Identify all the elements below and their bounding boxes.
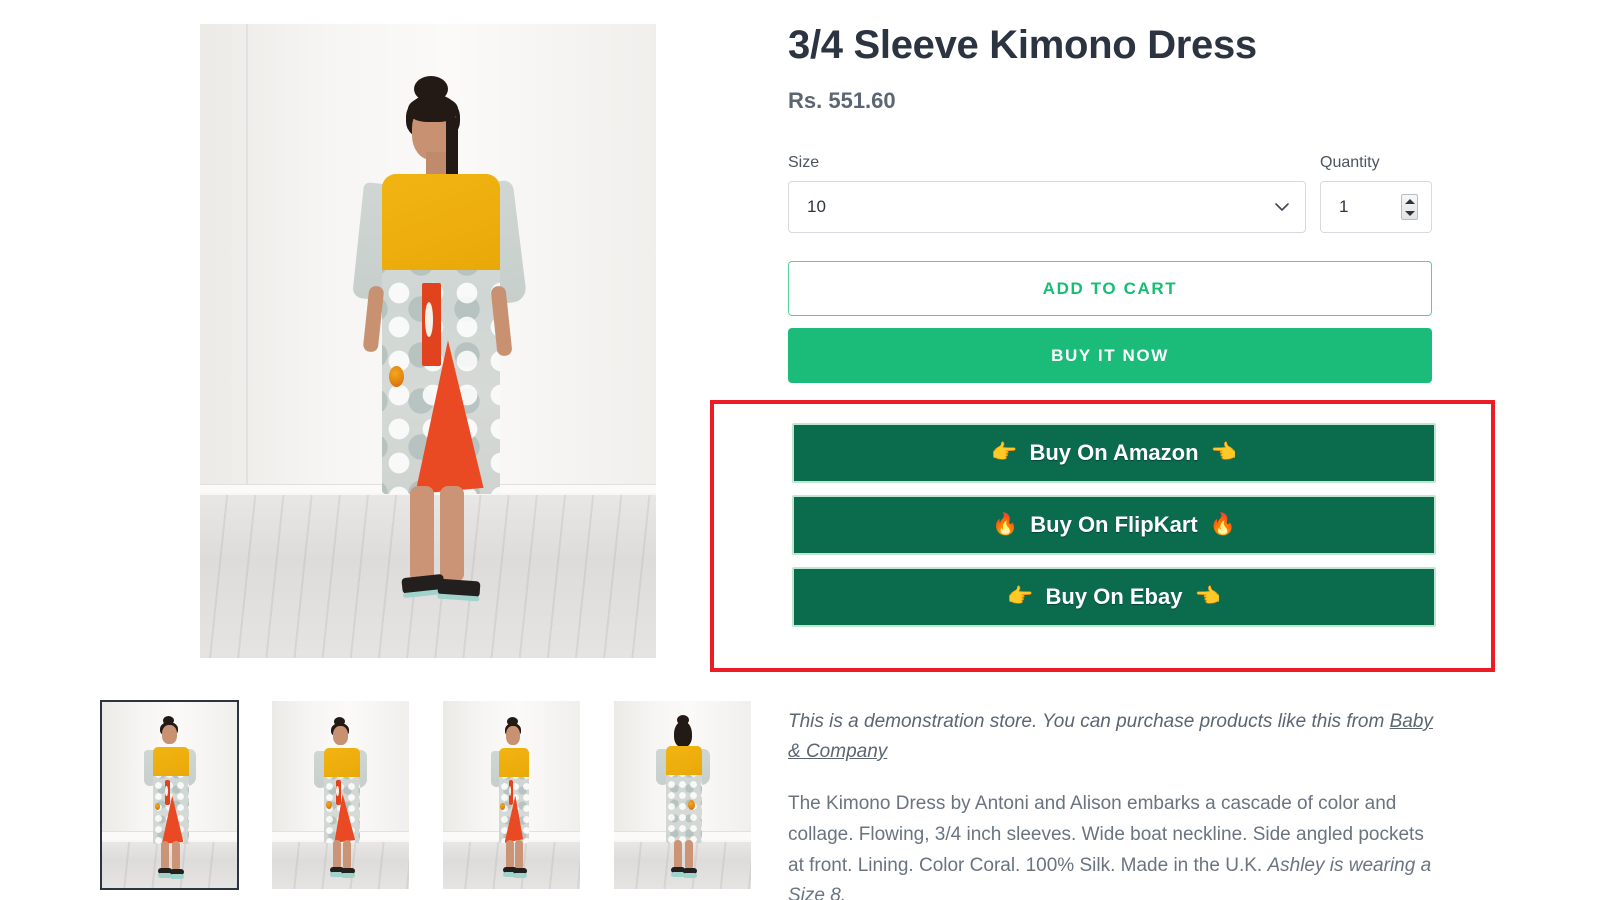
thumbnail-back[interactable] xyxy=(613,700,752,890)
pointing-left-hand-icon-ebay: 👈 xyxy=(1194,585,1221,608)
buy-on-flipkart-label: Buy On FlipKart xyxy=(1030,512,1198,537)
size-label: Size xyxy=(788,154,820,172)
buy-on-ebay-button[interactable]: 👉 Buy On Ebay 👈 xyxy=(792,567,1436,627)
model-figure xyxy=(322,24,552,658)
product-gallery xyxy=(0,0,770,900)
product-price: Rs. 551.60 xyxy=(788,88,896,114)
product-info: 3/4 Sleeve Kimono Dress Rs. 551.60 Size … xyxy=(710,0,1600,900)
thumbnail-front[interactable] xyxy=(100,700,239,890)
demo-store-note: This is a demonstration store. You can p… xyxy=(788,707,1436,767)
fire-icon-right: 🔥 xyxy=(1209,513,1236,536)
size-field: Size 10 xyxy=(788,154,1306,234)
size-select[interactable]: 10 xyxy=(788,181,1306,234)
buy-on-amazon-button[interactable]: 👉 Buy On Amazon 👈 xyxy=(792,423,1436,483)
main-product-image[interactable] xyxy=(200,24,656,658)
pointing-left-hand-icon: 👈 xyxy=(1210,441,1237,464)
product-photo-front xyxy=(200,24,656,658)
pointing-right-hand-icon-ebay: 👉 xyxy=(1007,585,1034,608)
quantity-label: Quantity xyxy=(1320,154,1380,172)
buy-it-now-button[interactable]: BUY IT NOW xyxy=(788,328,1432,384)
marketplace-buttons: 👉 Buy On Amazon 👈 🔥 Buy On FlipKart 🔥 👉 … xyxy=(792,423,1436,627)
demo-note-text: This is a demonstration store. You can p… xyxy=(788,711,1390,732)
product-page: 3/4 Sleeve Kimono Dress Rs. 551.60 Size … xyxy=(0,0,1600,900)
dress-garment xyxy=(382,174,501,494)
option-selectors: Size 10 Quantity 1 xyxy=(788,154,1600,234)
add-to-cart-button[interactable]: ADD TO CART xyxy=(788,261,1432,317)
spinner-up-icon[interactable] xyxy=(1404,198,1415,204)
buy-on-amazon-label: Buy On Amazon xyxy=(1029,440,1199,465)
buy-on-flipkart-button[interactable]: 🔥 Buy On FlipKart 🔥 xyxy=(792,495,1436,555)
spinner-down-icon[interactable] xyxy=(1404,210,1415,216)
thumbnail-front-alt[interactable] xyxy=(271,700,410,890)
quantity-stepper[interactable]: 1 xyxy=(1320,181,1432,234)
pointing-right-hand-icon: 👉 xyxy=(991,441,1018,464)
fire-icon-left: 🔥 xyxy=(992,513,1019,536)
thumbnail-side[interactable] xyxy=(442,700,581,890)
buy-on-ebay-label: Buy On Ebay xyxy=(1045,584,1183,609)
quantity-field: Quantity 1 xyxy=(1320,154,1432,234)
thumbnail-strip xyxy=(100,700,752,890)
photo-wall-corner xyxy=(245,24,248,494)
marketplace-highlight-box: 👉 Buy On Amazon 👈 🔥 Buy On FlipKart 🔥 👉 … xyxy=(710,400,1495,672)
quantity-spinner[interactable] xyxy=(1401,194,1418,221)
page-title: 3/4 Sleeve Kimono Dress xyxy=(788,23,1257,67)
product-description: The Kimono Dress by Antoni and Alison em… xyxy=(788,789,1436,900)
quantity-value: 1 xyxy=(1339,197,1349,217)
